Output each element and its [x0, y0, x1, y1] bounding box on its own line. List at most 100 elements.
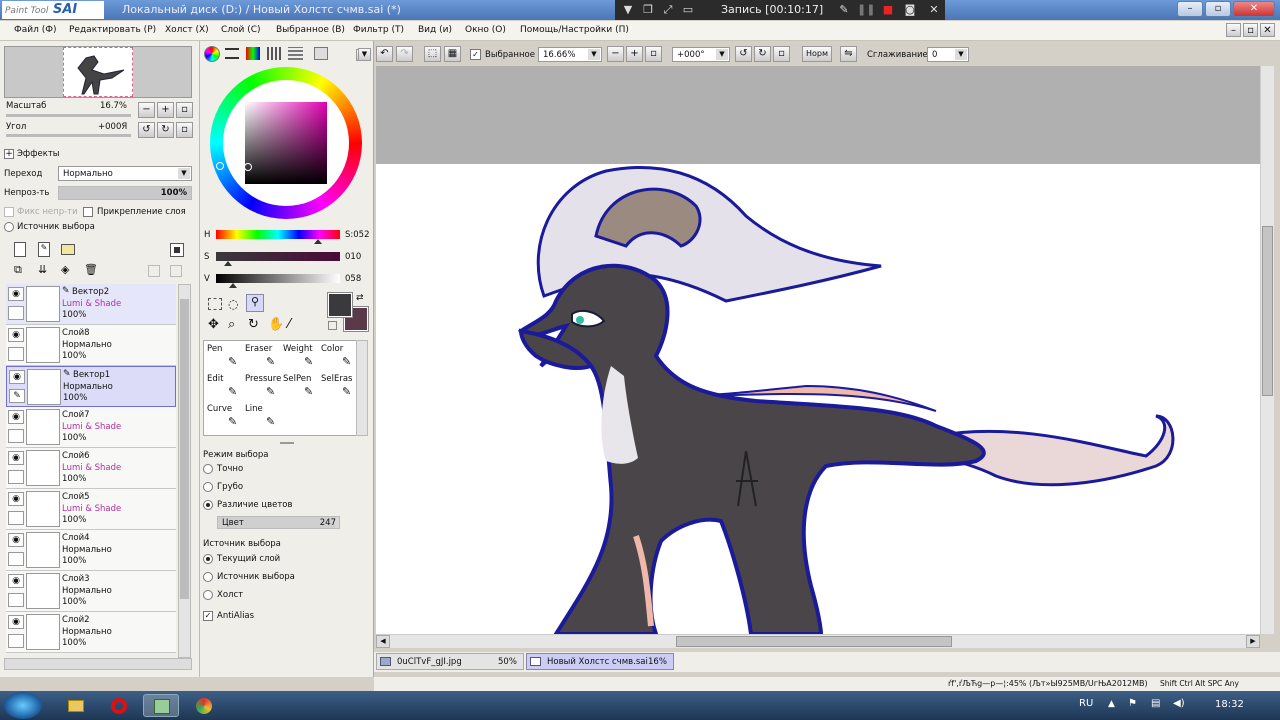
toolbar-dropdown-icon[interactable]: ▼ [358, 48, 371, 61]
eye-icon[interactable]: ◉ [8, 451, 24, 465]
reset-colors-icon[interactable] [328, 321, 337, 330]
minimize-button[interactable]: – [1177, 1, 1203, 17]
canvas-zoom-fit-button[interactable]: ▫ [645, 46, 662, 62]
eye-icon[interactable]: ◉ [8, 328, 24, 342]
menu-help[interactable]: Помощь/Настройки (П) [520, 25, 629, 35]
layer-panel-menu-icon[interactable] [170, 243, 184, 257]
saturation-slider[interactable] [216, 252, 340, 266]
eye-icon[interactable]: ◉ [8, 410, 24, 424]
layer-lock-checkbox[interactable] [8, 306, 24, 320]
tool-edit[interactable]: Edit ✎ [206, 373, 244, 401]
rotate-tool-icon[interactable]: ↻ [248, 317, 259, 332]
mode-exact-radio[interactable] [203, 464, 213, 474]
angle-slider[interactable] [6, 134, 131, 137]
new-folder-icon[interactable] [61, 244, 75, 255]
layer-scroll-thumb[interactable] [180, 299, 189, 599]
canvas-hscroll-thumb[interactable] [676, 636, 952, 647]
lasso-icon[interactable]: ◌ [228, 297, 238, 311]
volume-icon[interactable]: ◀) [1173, 698, 1185, 709]
menu-canvas[interactable]: Холст (Х) [165, 25, 209, 35]
rgb-slider-tab-icon[interactable] [225, 48, 239, 59]
layer-row[interactable]: ◉ Слой4 Нормально 100% [6, 530, 176, 571]
layer-option2-icon[interactable] [170, 265, 182, 277]
eye-icon[interactable]: ◉ [8, 615, 24, 629]
zoom-slider[interactable] [6, 114, 131, 117]
undo-button[interactable]: ↶ [376, 46, 393, 62]
mixer-tab-icon[interactable] [288, 47, 303, 60]
flip-view-button[interactable]: ⇋ [840, 46, 857, 62]
sai-taskbar-icon[interactable] [143, 694, 179, 717]
clip-layer-checkbox[interactable] [83, 207, 93, 217]
src-canvas-radio[interactable] [203, 590, 213, 600]
move-icon[interactable]: ✥ [208, 317, 219, 332]
scroll-right-icon[interactable]: ▶ [1246, 635, 1260, 648]
canvas-angle-select[interactable]: +000° ▼ [672, 47, 730, 62]
merge-layer-icon[interactable]: ⇊ [38, 263, 52, 278]
doc-restore-button[interactable]: ▫ [1243, 23, 1258, 37]
restore-icon[interactable]: ❐ [641, 3, 655, 17]
camera-icon[interactable]: ◙ [903, 3, 917, 17]
layer-lock-checkbox[interactable] [8, 347, 24, 361]
zoom-in-button[interactable]: + [157, 102, 174, 118]
tool-pressure[interactable]: Pressure ✎ [244, 373, 282, 401]
tool-pen[interactable]: Pen ✎ [206, 343, 244, 371]
flag-icon[interactable]: ⚑ [1128, 698, 1137, 709]
copy-layer-icon[interactable]: ⧉ [14, 263, 28, 278]
menu-filter[interactable]: Фильтр (Т) [353, 25, 404, 35]
effects-expand-icon[interactable]: + [4, 149, 14, 159]
primary-color-swatch[interactable] [327, 292, 353, 318]
pause-icon[interactable]: ❚❚ [857, 3, 875, 17]
swatches-tab-icon[interactable] [267, 47, 282, 60]
resize-icon[interactable]: ⤢ [661, 3, 675, 17]
selection-visible-checkbox[interactable]: ✓ [470, 49, 481, 60]
blend-mode-select[interactable]: Нормально ▼ [58, 166, 192, 181]
hand-icon[interactable]: ✋ [268, 317, 284, 332]
canvas-zoom-out-button[interactable]: − [607, 46, 624, 62]
hsv-slider-tab-icon[interactable] [246, 47, 260, 60]
magic-wand-icon[interactable]: ⚲ [246, 294, 264, 312]
network-icon[interactable]: ▤ [1151, 698, 1160, 709]
layer-lock-checkbox[interactable] [8, 429, 24, 443]
scratchpad-tab-icon[interactable] [314, 47, 328, 60]
eye-icon[interactable]: ◉ [9, 370, 25, 384]
color-wheel-tab-icon[interactable] [204, 46, 220, 62]
tool-curve[interactable]: Curve ✎ [206, 403, 244, 431]
mode-rough-radio[interactable] [203, 482, 213, 492]
layer-row[interactable]: ◉ Слой2 Нормально 100% [6, 612, 176, 653]
layer-lock-checkbox[interactable] [8, 634, 24, 648]
canvas-rotate-left-button[interactable]: ↺ [735, 46, 752, 62]
smoothing-select[interactable]: 0 ▼ [927, 47, 969, 62]
swap-colors-icon[interactable]: ⇄ [356, 293, 364, 303]
eyedropper-icon[interactable]: ⁄ [288, 317, 290, 332]
maximize-button[interactable]: ▫ [1205, 1, 1231, 17]
antialias-checkbox[interactable]: ✓ [203, 611, 213, 621]
rotate-right-button[interactable]: ↻ [157, 122, 174, 138]
canvas-zoom-in-button[interactable]: + [626, 46, 643, 62]
mode-color-diff-radio[interactable] [203, 500, 213, 510]
hue-marker[interactable] [313, 239, 322, 244]
explorer-taskbar-icon[interactable] [58, 694, 94, 717]
rotate-reset-button[interactable]: ▫ [176, 122, 193, 138]
eye-icon[interactable]: ◉ [8, 287, 24, 301]
language-indicator[interactable]: RU [1079, 698, 1093, 709]
invert-selection-button[interactable]: ▦ [444, 46, 461, 62]
layer-scrollbar[interactable] [178, 284, 191, 658]
hue-picker-cursor[interactable] [216, 162, 224, 170]
stop-icon[interactable]: ■ [881, 3, 895, 17]
saturation-marker[interactable] [224, 261, 233, 266]
canvas-vscroll-thumb[interactable] [1262, 226, 1273, 396]
zoom-out-button[interactable]: − [138, 102, 155, 118]
tool-selpen[interactable]: SelPen ✎ [282, 373, 320, 401]
normal-view-button[interactable]: Норм [802, 46, 832, 62]
layer-row[interactable]: ◉ Слой3 Нормально 100% [6, 571, 176, 612]
layer-option-icon[interactable] [148, 265, 160, 277]
canvas-zoom-select[interactable]: 16.66% ▼ [538, 47, 602, 62]
tray-expand-icon[interactable]: ▲ [1108, 699, 1115, 709]
clear-layer-icon[interactable]: ◈ [61, 263, 75, 278]
layer-lock-checkbox[interactable] [8, 511, 24, 525]
eye-icon[interactable]: ◉ [8, 492, 24, 506]
new-vector-layer-icon[interactable]: ✎ [38, 242, 50, 257]
tool-seleras[interactable]: SelEras ✎ [320, 373, 358, 401]
src-current-radio[interactable] [203, 554, 213, 564]
redo-button[interactable]: ↷ [396, 46, 413, 62]
